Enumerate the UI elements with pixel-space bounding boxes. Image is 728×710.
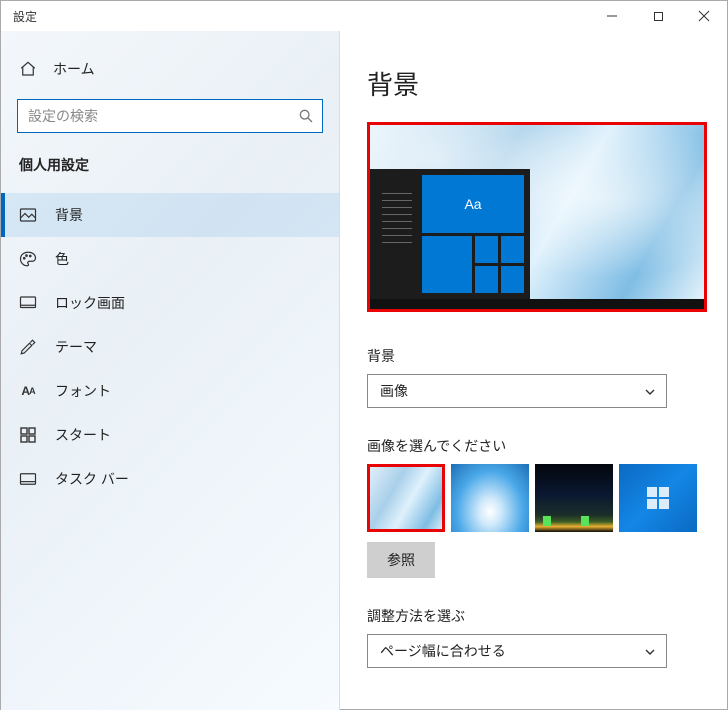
minimize-button[interactable] (589, 1, 635, 31)
nav-item-colors[interactable]: 色 (1, 237, 339, 281)
sidebar: ホーム 個人用設定 背景 (1, 31, 339, 710)
search-input[interactable] (28, 108, 298, 124)
choose-image-label: 画像を選んでください (367, 436, 699, 456)
theme-icon (19, 338, 37, 356)
settings-window: 設定 ホーム (0, 0, 728, 710)
desktop-preview: Aa (367, 122, 707, 312)
window-title: 設定 (13, 8, 589, 25)
background-type-value: 画像 (380, 381, 408, 401)
preview-start-menu: Aa (370, 169, 530, 299)
chevron-down-icon (644, 645, 656, 657)
nav-item-start[interactable]: スタート (1, 413, 339, 457)
start-icon (19, 426, 37, 444)
wallpaper-thumb-1[interactable] (367, 464, 445, 532)
nav-label: 背景 (55, 205, 83, 225)
nav-label: フォント (55, 381, 111, 401)
nav-label: スタート (55, 425, 111, 445)
nav-item-themes[interactable]: テーマ (1, 325, 339, 369)
nav-label: テーマ (55, 337, 97, 357)
nav-label: ロック画面 (55, 293, 125, 313)
nav-label: タスク バー (55, 469, 129, 489)
close-button[interactable] (681, 1, 727, 31)
wallpaper-thumb-3[interactable] (535, 464, 613, 532)
nav-item-lockscreen[interactable]: ロック画面 (1, 281, 339, 325)
nav-item-fonts[interactable]: AA フォント (1, 369, 339, 413)
wallpaper-thumb-2[interactable] (451, 464, 529, 532)
picture-icon (19, 206, 37, 224)
taskbar-icon (19, 470, 37, 488)
content-body: ホーム 個人用設定 背景 (1, 31, 727, 710)
nav-item-taskbar[interactable]: タスク バー (1, 457, 339, 501)
palette-icon (19, 250, 37, 268)
background-type-label: 背景 (367, 346, 699, 366)
titlebar: 設定 (1, 1, 727, 31)
lockscreen-icon (19, 294, 37, 312)
background-type-select[interactable]: 画像 (367, 374, 667, 408)
page-title: 背景 (367, 65, 699, 102)
font-icon: AA (19, 382, 37, 400)
main-pane: 背景 Aa 背景 画像 (339, 31, 727, 710)
fit-label: 調整方法を選ぶ (367, 606, 699, 626)
home-icon (19, 60, 37, 78)
nav-label: 色 (55, 249, 69, 269)
home-label: ホーム (53, 59, 95, 79)
preview-app-list (376, 187, 416, 293)
nav-item-background[interactable]: 背景 (1, 193, 339, 237)
nav: 背景 色 ロック画面 (1, 193, 339, 501)
browse-button[interactable]: 参照 (367, 542, 435, 578)
image-thumbnails (367, 464, 699, 532)
search-wrap (17, 99, 323, 133)
fit-select[interactable]: ページ幅に合わせる (367, 634, 667, 668)
chevron-down-icon (644, 385, 656, 397)
window-controls (589, 1, 727, 31)
preview-taskbar (370, 299, 704, 309)
section-title: 個人用設定 (1, 155, 339, 175)
preview-tiles: Aa (422, 175, 524, 293)
fit-value: ページ幅に合わせる (380, 641, 506, 661)
home-link[interactable]: ホーム (1, 53, 339, 85)
wallpaper-thumb-4[interactable] (619, 464, 697, 532)
search-box[interactable] (17, 99, 323, 133)
search-icon (298, 108, 314, 124)
maximize-button[interactable] (635, 1, 681, 31)
preview-sample-tile: Aa (422, 175, 524, 233)
